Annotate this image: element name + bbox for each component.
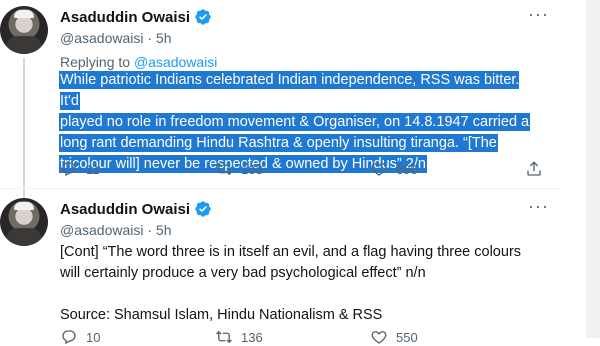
like-count: 690 — [396, 161, 418, 177]
replying-to-link[interactable]: @asadowaisi — [134, 54, 217, 70]
heart-icon — [371, 331, 387, 344]
author-handle[interactable]: @asadowaisi · 5h — [60, 222, 172, 238]
author-handle[interactable]: @asadowaisi · 5h — [60, 30, 172, 46]
tweet-actions: 10 136 550 — [60, 328, 525, 346]
like-count: 550 — [396, 329, 418, 345]
tweet-text-line: will certainly produce a very bad psycho… — [60, 265, 426, 281]
avatar[interactable] — [0, 198, 48, 246]
reply-button[interactable]: 10 — [60, 328, 215, 346]
more-icon[interactable]: ··· — [528, 196, 549, 217]
tweet-text-line: While patriotic Indians celebrated India… — [60, 72, 520, 109]
thread-line — [23, 58, 25, 198]
retweet-count: 163 — [241, 161, 263, 177]
tweet-1[interactable]: Asaduddin Owaisi @asadowaisi · 5h ··· Re… — [0, 0, 560, 198]
author-name[interactable]: Asaduddin Owaisi — [60, 9, 190, 26]
more-icon[interactable]: ··· — [528, 4, 549, 25]
reply-button[interactable]: 11 — [60, 160, 215, 178]
retweet-button[interactable]: 136 — [215, 328, 370, 346]
replying-to: Replying to @asadowaisi — [60, 54, 217, 70]
verified-badge-icon — [195, 9, 211, 25]
reply-count: 10 — [86, 329, 101, 345]
replying-prefix: Replying to — [60, 54, 134, 70]
retweet-button[interactable]: 163 — [215, 160, 370, 178]
tweet-text: [Cont] “The word three is in itself an e… — [60, 242, 560, 326]
avatar[interactable] — [0, 6, 48, 54]
share-icon — [527, 161, 541, 176]
tweet-text-line: long rant demanding Hindu Rashtra & open… — [60, 135, 497, 151]
tweet-actions: 11 163 690 — [60, 160, 565, 178]
reply-count: 11 — [86, 161, 100, 177]
scrollbar[interactable] — [586, 0, 600, 338]
heart-icon — [371, 163, 387, 176]
author-name[interactable]: Asaduddin Owaisi — [60, 201, 190, 218]
retweet-count: 136 — [241, 329, 263, 345]
retweet-icon — [216, 162, 232, 176]
retweet-icon — [216, 330, 232, 344]
tweet-divider — [0, 188, 560, 189]
verified-badge-icon — [195, 201, 211, 217]
tweet-2[interactable]: Asaduddin Owaisi @asadowaisi · 5h ··· [C… — [0, 190, 560, 345]
tweet-text-line — [60, 284, 560, 305]
share-button[interactable] — [525, 160, 565, 178]
tweet-text-line: Source: Shamsul Islam, Hindu Nationalism… — [60, 307, 383, 323]
reply-icon — [62, 162, 76, 177]
tweet-text-line: [Cont] “The word three is in itself an e… — [60, 244, 522, 260]
tweet-text-line: played no role in freedom movement & Org… — [60, 114, 530, 130]
reply-icon — [62, 330, 76, 345]
like-button[interactable]: 690 — [370, 160, 525, 178]
like-button[interactable]: 550 — [370, 328, 525, 346]
